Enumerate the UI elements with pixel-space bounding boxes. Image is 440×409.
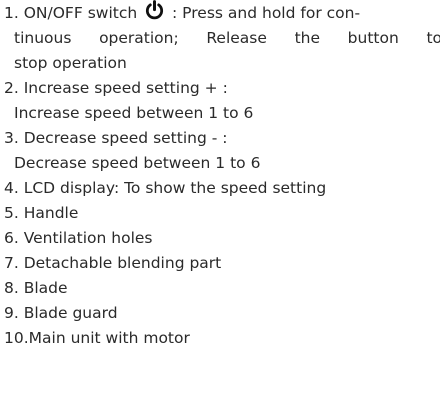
list-item-detachable-blending-part: 7. Detachable blending part — [4, 251, 436, 276]
item-1-text-start: 1. ON/OFF switch — [4, 4, 143, 22]
list-item-ventilation-holes: 6. Ventilation holes — [4, 226, 436, 251]
list-item-blade-guard: 9. Blade guard — [4, 301, 436, 326]
item-2-line-2: Increase speed between 1 to 6 — [14, 104, 254, 122]
item-7-line-1: 7. Detachable blending part — [4, 254, 222, 272]
item-10-line-1: 10.Main unit with motor — [4, 329, 190, 347]
item-4-line-1: 4. LCD display: To show the speed settin… — [4, 179, 327, 197]
item-1-line-2: tinuous operation; Release the button to — [14, 29, 440, 47]
list-item-increase-speed: 2. Increase speed setting + : Increase s… — [4, 76, 436, 126]
parts-list: 1. ON/OFF switch : Press and hold for co… — [4, 0, 440, 351]
item-9-line-1: 9. Blade guard — [4, 304, 118, 322]
list-item-blade: 8. Blade — [4, 276, 436, 301]
power-icon — [146, 0, 164, 20]
item-1-line-1: 1. ON/OFF switch : Press and hold for co… — [4, 0, 436, 26]
item-1-line-3: stop operation — [14, 54, 127, 72]
list-item-decrease-speed: 3. Decrease speed setting - : Decrease s… — [4, 126, 436, 176]
item-1-text-end: : Press and hold for con- — [167, 4, 361, 22]
item-5-line-1: 5. Handle — [4, 204, 79, 222]
item-8-line-1: 8. Blade — [4, 279, 68, 297]
list-item-lcd-display: 4. LCD display: To show the speed settin… — [4, 176, 436, 201]
list-item-on-off-switch: 1. ON/OFF switch : Press and hold for co… — [4, 0, 440, 76]
list-item-handle: 5. Handle — [4, 201, 436, 226]
item-3-line-1: 3. Decrease speed setting - : — [4, 129, 228, 147]
item-3-line-2: Decrease speed between 1 to 6 — [14, 154, 261, 172]
item-6-line-1: 6. Ventilation holes — [4, 229, 153, 247]
list-item-main-unit: 10.Main unit with motor — [4, 326, 436, 351]
item-2-line-1: 2. Increase speed setting + : — [4, 79, 228, 97]
